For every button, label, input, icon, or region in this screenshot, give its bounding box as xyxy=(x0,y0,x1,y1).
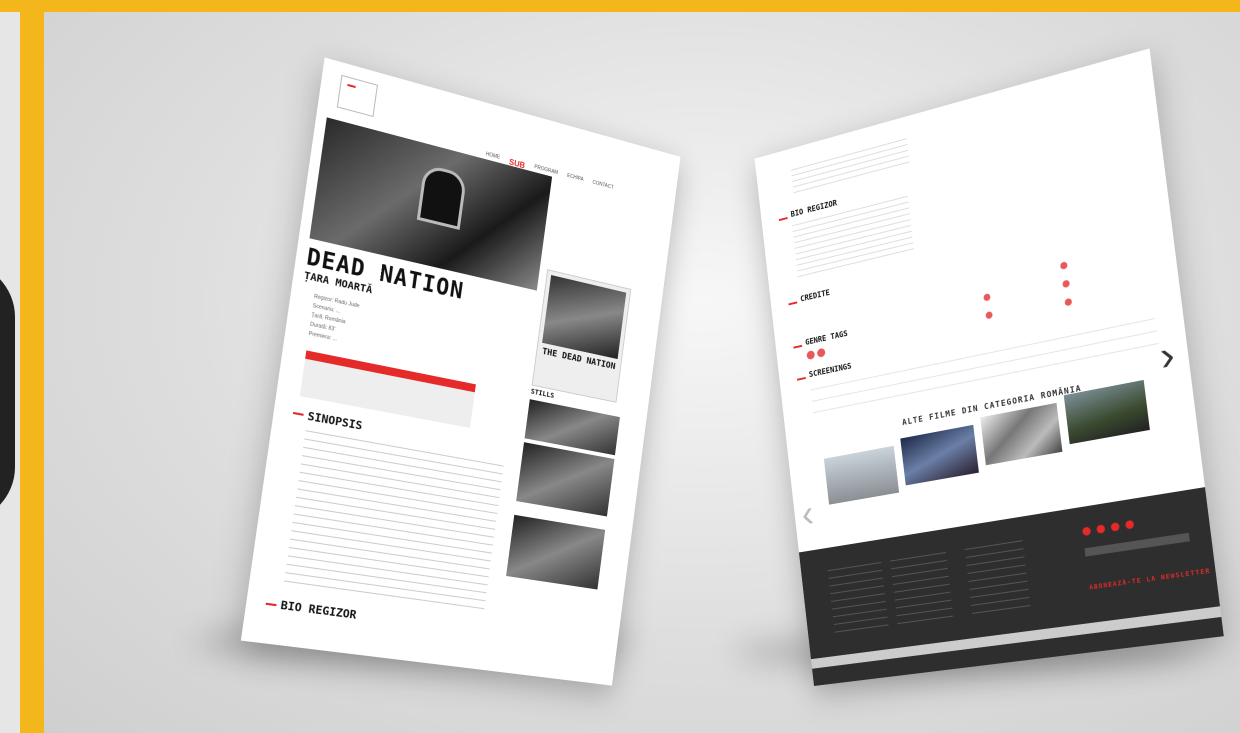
bio-heading: BIO REGIZOR xyxy=(279,598,358,622)
movie-meta: Regizor: Radu Jude Scenariu: ... Țară: R… xyxy=(308,293,360,349)
section-dash xyxy=(793,344,803,349)
venue-icon xyxy=(983,293,991,302)
section-dash xyxy=(788,301,798,306)
section-dash xyxy=(292,411,304,416)
nav-item-contact[interactable]: CONTACT xyxy=(592,180,614,194)
venue-icon xyxy=(985,310,993,320)
intro-text xyxy=(790,136,910,195)
footer-column xyxy=(889,549,954,627)
footer-column xyxy=(827,559,889,635)
dark-shape xyxy=(0,262,15,522)
film-thumb[interactable] xyxy=(980,402,1063,466)
social-icon[interactable] xyxy=(1125,519,1135,530)
venue-icon xyxy=(1059,261,1068,270)
poster-image xyxy=(542,275,627,360)
film-thumb[interactable] xyxy=(823,445,900,505)
venue-icon xyxy=(1064,297,1073,307)
social-icon[interactable] xyxy=(1096,524,1106,534)
chevron-left-icon[interactable]: ‹ xyxy=(799,492,815,537)
section-dash xyxy=(796,376,806,381)
tag-dot[interactable] xyxy=(806,349,816,361)
side-note xyxy=(441,334,517,350)
mockup-stage: HOME SUB PROGRAM ECHIPA CONTACT DEAD NAT… xyxy=(44,12,1240,733)
text-lines xyxy=(283,427,505,612)
still-image[interactable] xyxy=(506,514,606,590)
nav-item-echipa[interactable]: ECHIPA xyxy=(566,173,584,186)
hero-arch xyxy=(416,163,468,230)
screenings-heading: SCREENINGS xyxy=(808,361,852,380)
section-dash xyxy=(265,602,277,607)
synopsis-text xyxy=(283,427,505,612)
yellow-frame: HOME SUB PROGRAM ECHIPA CONTACT DEAD NAT… xyxy=(0,0,1240,733)
venue-icon xyxy=(1062,279,1071,289)
chevron-right-icon[interactable]: › xyxy=(1157,332,1177,382)
credits-heading: CREDITE xyxy=(799,288,831,304)
tag-dot[interactable] xyxy=(816,347,826,358)
genre-heading: GENRE TAGS xyxy=(804,328,849,347)
right-page: BIO REGIZOR CREDITE GENRE TAGS SCREENING… xyxy=(754,48,1224,686)
social-icon[interactable] xyxy=(1110,522,1120,532)
poster[interactable]: THE DEAD NATION xyxy=(531,269,632,403)
left-page: HOME SUB PROGRAM ECHIPA CONTACT DEAD NAT… xyxy=(240,57,681,686)
footer-column xyxy=(964,537,1031,616)
still-image[interactable] xyxy=(516,442,615,517)
site-logo[interactable] xyxy=(336,74,378,118)
social-icon[interactable] xyxy=(1081,526,1092,537)
left-strip xyxy=(0,12,20,733)
film-thumb[interactable] xyxy=(900,424,979,486)
section-dash xyxy=(778,216,788,222)
